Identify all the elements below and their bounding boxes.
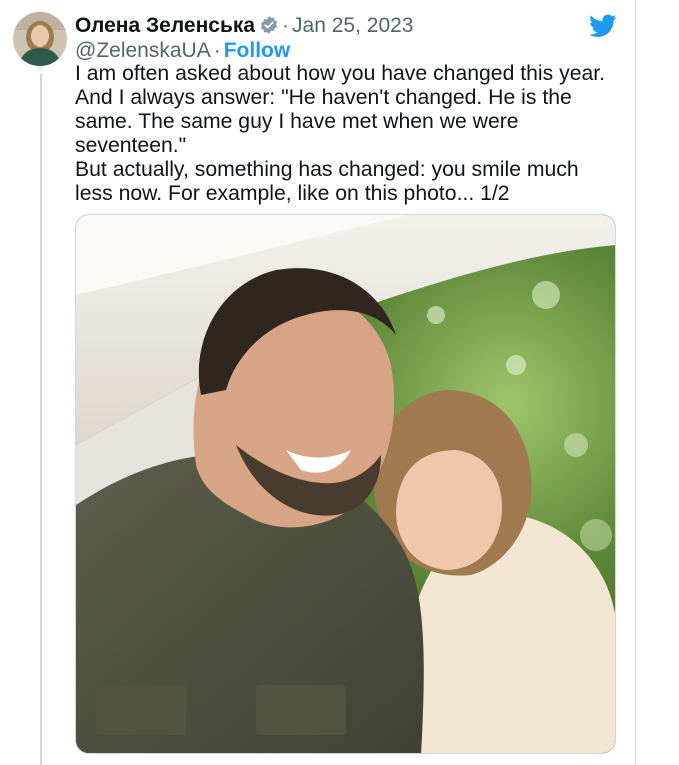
tweet-paragraph: But actually, something has changed: you… xyxy=(75,158,579,205)
tweet-photo[interactable] xyxy=(75,214,616,754)
tweet-paragraph: I am often asked about how you have chan… xyxy=(75,62,606,157)
follow-button[interactable]: Follow xyxy=(224,39,291,62)
avatar-image xyxy=(13,12,67,66)
tweet-card[interactable]: Олена Зеленська · Jan 25, 2023 @ZelenskaUA… xyxy=(0,0,636,765)
separator-dot: · xyxy=(213,39,221,62)
handle-row: @ZelenskaUA · Follow xyxy=(75,38,290,64)
tweet-text: I am often asked about how you have chan… xyxy=(75,62,620,206)
tweet-date[interactable]: Jan 25, 2023 xyxy=(292,14,413,37)
photo-image xyxy=(76,215,615,753)
avatar[interactable] xyxy=(13,12,67,66)
separator-dot: · xyxy=(282,14,290,37)
thread-connector-line xyxy=(40,74,42,765)
twitter-bird-icon[interactable] xyxy=(589,14,617,38)
author-handle[interactable]: @ZelenskaUA xyxy=(75,39,211,62)
tweet-header: Олена Зеленська · Jan 25, 2023 @ZelenskaUA… xyxy=(75,12,595,64)
author-name[interactable]: Олена Зеленська xyxy=(75,14,255,37)
